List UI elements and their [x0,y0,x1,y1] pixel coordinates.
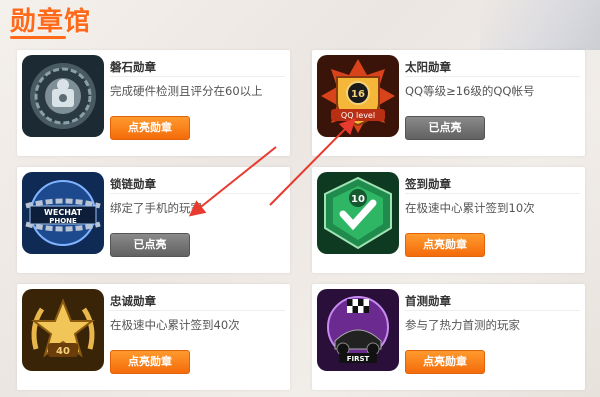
title-underline [10,36,66,39]
medal-name: 太阳勋章 [405,60,451,74]
rock-medal-icon [22,55,104,137]
badge-sub-text: PHONE [49,217,77,225]
medal-description: 完成硬件检测且评分在60以上 [110,84,263,98]
badge-top-text: WECHAT [44,208,82,217]
medal-description: 在极速中心累计签到10次 [405,201,535,215]
medal-card-chain: WECHAT PHONE 锁链勋章 绑定了手机的玩家 已点亮 [17,167,290,273]
medal-card-loyalty: 40 忠诚勋章 在极速中心累计签到40次 点亮勋章 [17,284,290,390]
chain-medal-icon: WECHAT PHONE [22,172,104,254]
divider [405,310,580,311]
light-medal-button[interactable]: 点亮勋章 [405,350,485,374]
lit-status-button[interactable]: 已点亮 [110,233,190,257]
medal-description: 参与了热力首测的玩家 [405,318,520,332]
medal-name: 签到勋章 [405,177,451,191]
divider [110,310,285,311]
sun-medal-icon: 16 QQ level [317,55,399,137]
divider [405,76,580,77]
badge-sub-text: QQ level [341,111,375,120]
light-medal-button[interactable]: 点亮勋章 [110,350,190,374]
light-medal-button[interactable]: 点亮勋章 [405,233,485,257]
medal-description: 在极速中心累计签到40次 [110,318,240,332]
medal-card-rock: 磐石勋章 完成硬件检测且评分在60以上 点亮勋章 [17,50,290,156]
checkin-medal-icon: 10 [317,172,399,254]
page-title: 勋章馆 [10,7,92,37]
lit-status-button[interactable]: 已点亮 [405,116,485,140]
medal-card-first-test: FIRST 首测勋章 参与了热力首测的玩家 点亮勋章 [312,284,585,390]
divider [110,76,285,77]
first-test-medal-icon: FIRST [317,289,399,371]
badge-number-text: 40 [56,346,70,357]
badge-text: FIRST [347,355,370,363]
medal-card-checkin: 10 签到勋章 在极速中心累计签到10次 点亮勋章 [312,167,585,273]
medal-description: QQ等级≥16级的QQ帐号 [405,84,535,98]
light-medal-button[interactable]: 点亮勋章 [110,116,190,140]
medal-name: 锁链勋章 [110,177,156,191]
badge-number-text: 10 [351,194,365,205]
medal-description: 绑定了手机的玩家 [110,201,202,215]
divider [405,193,580,194]
medal-name: 首测勋章 [405,294,451,308]
medal-name: 忠诚勋章 [110,294,156,308]
page-header: 勋章馆 [0,0,600,50]
badge-level-text: 16 [351,89,365,100]
medal-card-sun: 16 QQ level 太阳勋章 QQ等级≥16级的QQ帐号 已点亮 [312,50,585,156]
loyalty-medal-icon: 40 [22,289,104,371]
divider [110,193,285,194]
medal-name: 磐石勋章 [110,60,156,74]
